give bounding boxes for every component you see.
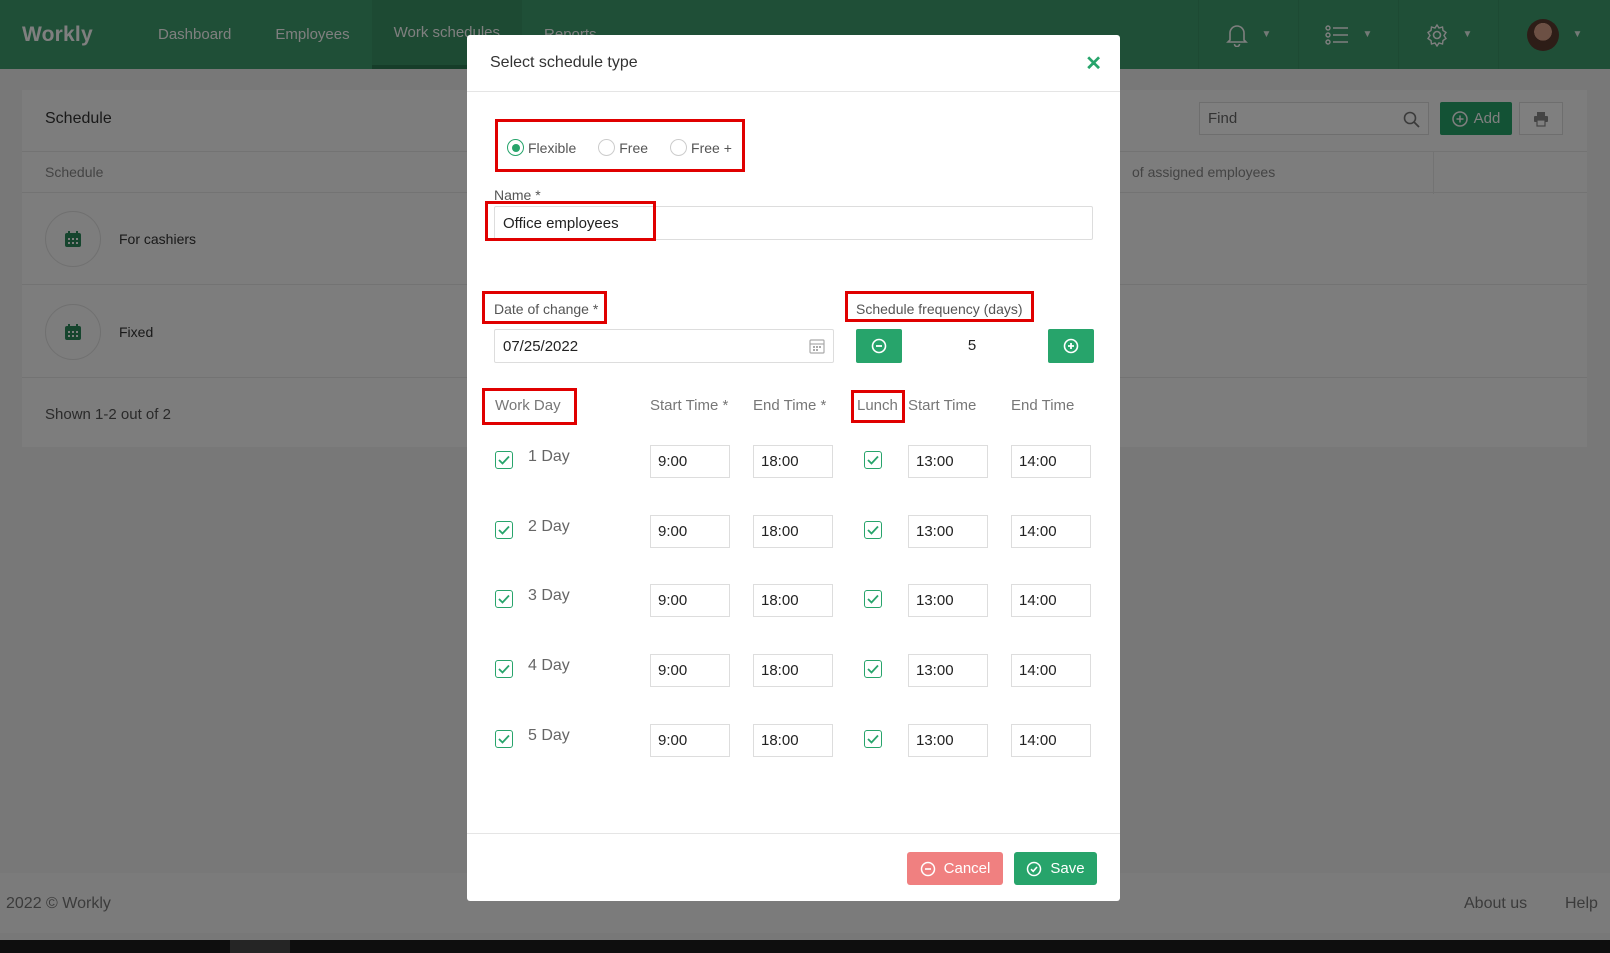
end-time-input[interactable]: 18:00 <box>753 724 833 757</box>
check-icon <box>498 455 510 465</box>
header-lunch: Lunch <box>857 397 898 414</box>
day-name: 5 Day <box>528 727 570 744</box>
minus-circle-icon <box>871 338 887 354</box>
frequency-value[interactable]: 5 <box>902 329 1042 363</box>
end-time-input[interactable]: 18:00 <box>753 654 833 687</box>
lunch-checkbox[interactable] <box>864 451 882 469</box>
schedule-type-dialog: Select schedule type ✕ Flexible Free Fre… <box>467 35 1120 901</box>
check-icon <box>867 664 879 674</box>
lunch-start-input[interactable]: 13:00 <box>908 724 988 757</box>
dialog-header: Select schedule type ✕ <box>467 35 1120 92</box>
end-time-input[interactable]: 18:00 <box>753 515 833 548</box>
lunch-checkbox[interactable] <box>864 521 882 539</box>
increment-button[interactable] <box>1048 329 1094 363</box>
workday-checkbox[interactable] <box>495 521 513 539</box>
name-label: Name * <box>494 187 541 203</box>
radio-dot <box>507 139 524 156</box>
day-name: 1 Day <box>528 448 570 465</box>
cancel-button[interactable]: Cancel <box>907 852 1003 885</box>
check-icon <box>867 455 879 465</box>
radio-flexible[interactable]: Flexible <box>507 139 576 156</box>
radio-free[interactable]: Free <box>598 139 648 156</box>
start-time-input[interactable]: 9:00 <box>650 654 730 687</box>
check-circle-icon <box>1027 861 1042 876</box>
start-time-input[interactable]: 9:00 <box>650 445 730 478</box>
dialog-title: Select schedule type <box>490 54 638 71</box>
cancel-label: Cancel <box>943 860 991 877</box>
end-time-input[interactable]: 18:00 <box>753 445 833 478</box>
date-of-change-label: Date of change * <box>494 301 599 317</box>
check-icon <box>498 594 510 604</box>
radio-dot <box>670 139 688 156</box>
schedule-frequency-label: Schedule frequency (days) <box>856 301 1023 317</box>
check-icon <box>867 594 879 604</box>
lunch-checkbox[interactable] <box>864 660 882 678</box>
lunch-start-input[interactable]: 13:00 <box>908 584 988 617</box>
radio-dot <box>598 139 616 156</box>
lunch-start-input[interactable]: 13:00 <box>908 445 988 478</box>
lunch-end-input[interactable]: 14:00 <box>1011 654 1091 687</box>
workday-checkbox[interactable] <box>495 660 513 678</box>
day-name: 3 Day <box>528 587 570 604</box>
lunch-start-input[interactable]: 13:00 <box>908 515 988 548</box>
close-icon[interactable]: ✕ <box>1085 51 1102 76</box>
lunch-end-input[interactable]: 14:00 <box>1011 724 1091 757</box>
lunch-start-input[interactable]: 13:00 <box>908 654 988 687</box>
day-name: 4 Day <box>528 657 570 674</box>
lunch-end-input[interactable]: 14:00 <box>1011 515 1091 548</box>
workday-checkbox[interactable] <box>495 590 513 608</box>
header-end-time: End Time * <box>753 397 827 414</box>
plus-circle-icon <box>1063 338 1079 354</box>
start-time-input[interactable]: 9:00 <box>650 515 730 548</box>
date-value: 07/25/2022 <box>503 338 579 355</box>
header-work-day: Work Day <box>495 397 561 414</box>
dialog-footer-divider <box>467 833 1120 834</box>
lunch-end-input[interactable]: 14:00 <box>1011 584 1091 617</box>
check-icon <box>498 525 510 535</box>
day-name: 2 Day <box>528 518 570 535</box>
radio-label: Free <box>619 139 649 156</box>
save-label: Save <box>1050 860 1085 877</box>
start-time-input[interactable]: 9:00 <box>650 584 730 617</box>
radio-label: Flexible <box>528 139 577 156</box>
end-time-input[interactable]: 18:00 <box>753 584 833 617</box>
save-button[interactable]: Save <box>1014 852 1097 885</box>
radio-label: Free + <box>691 139 732 156</box>
check-icon <box>867 734 879 744</box>
radio-free-plus[interactable]: Free + <box>670 139 732 156</box>
check-icon <box>867 525 879 535</box>
start-time-input[interactable]: 9:00 <box>650 724 730 757</box>
lunch-checkbox[interactable] <box>864 590 882 608</box>
decrement-button[interactable] <box>856 329 902 363</box>
name-input[interactable]: Office employees <box>494 206 1093 240</box>
lunch-end-input[interactable]: 14:00 <box>1011 445 1091 478</box>
minus-circle-icon <box>920 861 935 876</box>
header-lunch-end: End Time <box>1011 397 1075 414</box>
date-input[interactable]: 07/25/2022 <box>494 329 834 363</box>
workday-checkbox[interactable] <box>495 730 513 748</box>
header-start-time: Start Time * <box>650 397 729 414</box>
schedule-type-group: Flexible Free Free + <box>507 139 732 156</box>
lunch-checkbox[interactable] <box>864 730 882 748</box>
check-icon <box>498 664 510 674</box>
workday-checkbox[interactable] <box>495 451 513 469</box>
calendar-icon[interactable] <box>809 338 825 354</box>
header-lunch-start: Start Time <box>908 397 977 414</box>
check-icon <box>498 734 510 744</box>
